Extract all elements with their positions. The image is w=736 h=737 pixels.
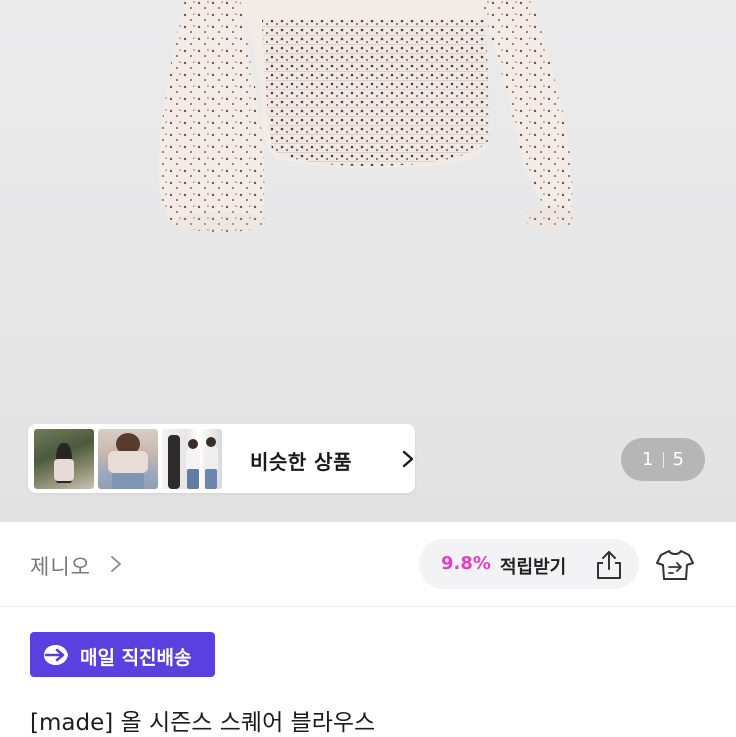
similar-thumbnail (162, 429, 222, 489)
chevron-right-icon[interactable] (110, 555, 122, 573)
pager-divider (662, 451, 664, 468)
reward-button[interactable]: 9.8% 적립받기 (419, 539, 639, 589)
similar-products-label: 비슷한 상품 (250, 450, 352, 474)
reward-label: 적립받기 (500, 557, 567, 578)
product-image[interactable]: 비슷한 상품 1 5 (0, 0, 736, 522)
delivery-arrow-icon (44, 645, 68, 665)
pager-current: 1 (642, 449, 654, 470)
shirt-icon[interactable] (656, 548, 694, 582)
similar-products-card[interactable]: 비슷한 상품 (28, 424, 415, 493)
chevron-right-icon (402, 450, 414, 468)
similar-thumbnail (98, 429, 158, 489)
share-icon[interactable] (593, 549, 625, 581)
delivery-badge-label: 매일 직진배송 (80, 647, 192, 669)
similar-thumbnail (34, 429, 94, 489)
image-pager: 1 5 (621, 438, 705, 481)
reward-percent: 9.8% (441, 553, 491, 574)
pager-total: 5 (672, 449, 684, 470)
product-title: [made] 올 시즌스 스퀘어 블라우스 (30, 710, 376, 736)
delivery-badge: 매일 직진배송 (30, 632, 215, 677)
shop-name-link[interactable]: 제니오 (30, 551, 91, 581)
shop-row: 제니오 9.8% 적립받기 (0, 522, 736, 607)
